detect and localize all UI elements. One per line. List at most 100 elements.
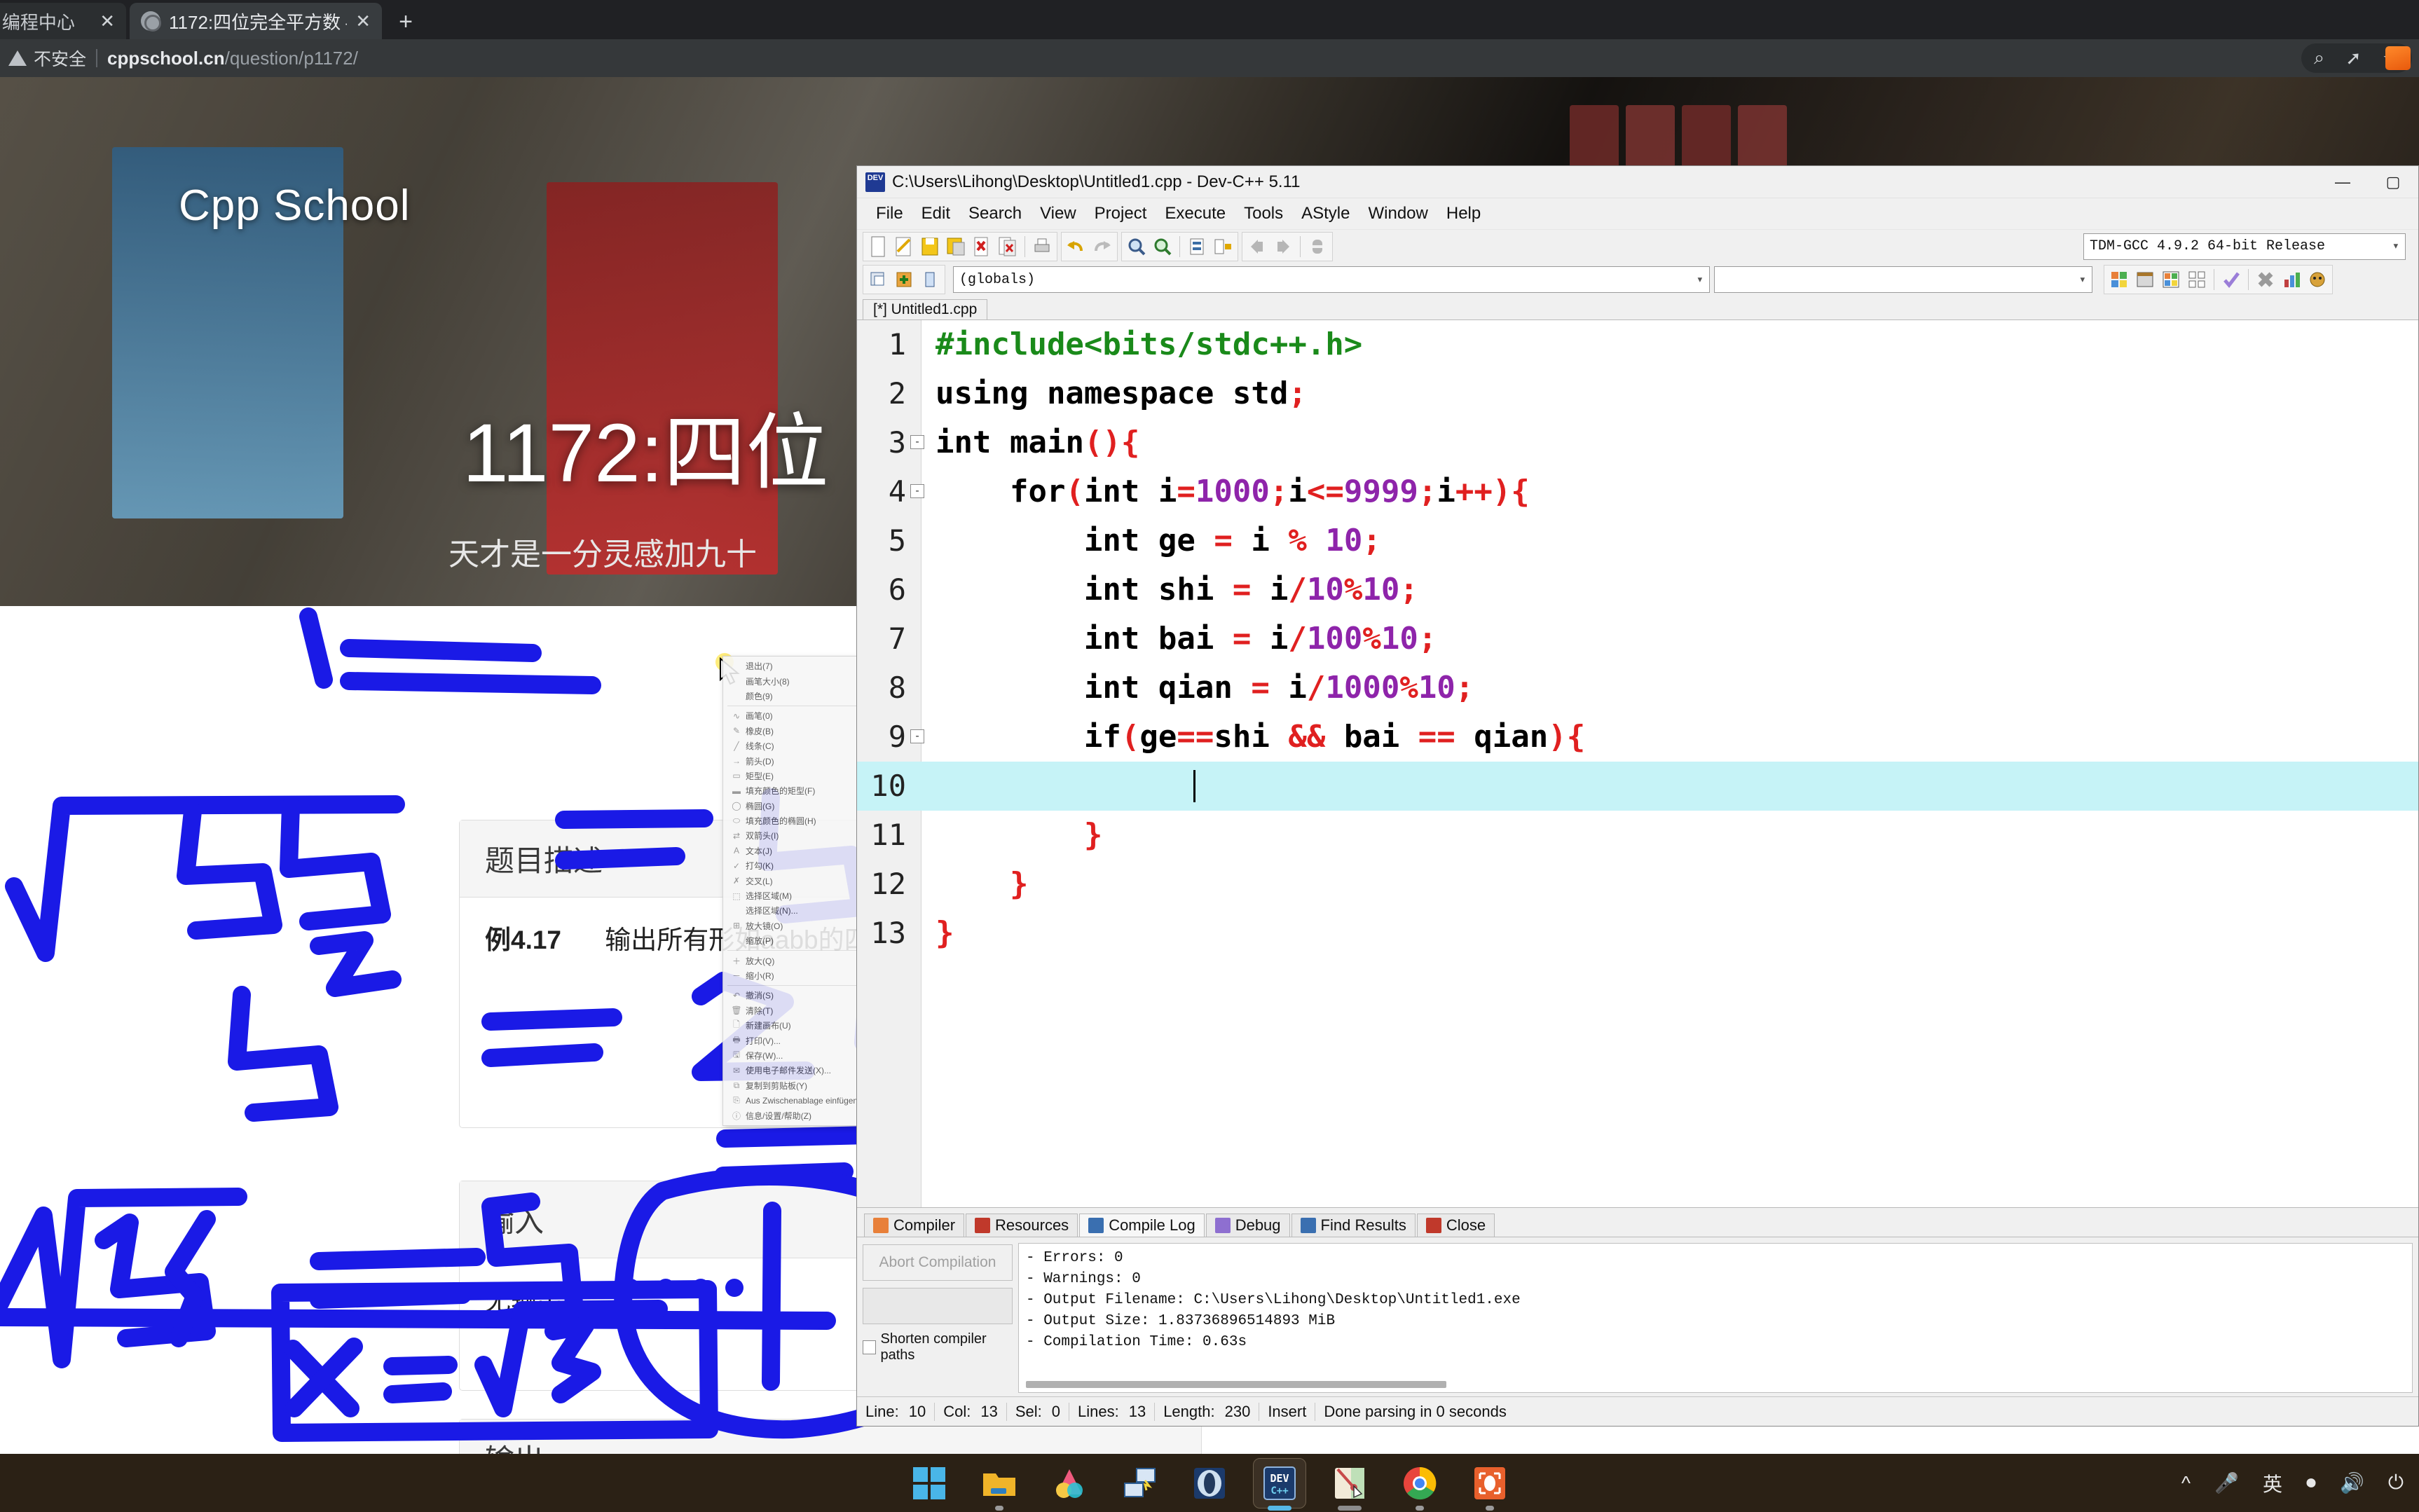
menu-astyle[interactable]: AStyle (1292, 201, 1359, 226)
profile-icon[interactable] (2280, 268, 2303, 291)
compile-icon[interactable] (2107, 268, 2131, 291)
annotation-tool-icon[interactable] (1331, 1465, 1368, 1501)
browser-omnibox[interactable]: 不安全 cppschool.cn /question/p1172/ ⌕ ➚ ☆ (0, 39, 2419, 77)
code-line[interactable]: 11 } (857, 811, 2418, 860)
volume-icon[interactable]: 🔊 (2340, 1471, 2364, 1494)
new-project-icon[interactable] (866, 268, 890, 291)
goto-line-icon[interactable] (1185, 235, 1209, 259)
code-line[interactable]: 6 int shi = i/10%10; (857, 565, 2418, 614)
wifi-icon[interactable]: ⏺ (2306, 1471, 2316, 1494)
file-tab-untitled1[interactable]: [*] Untitled1.cpp (863, 299, 988, 319)
code-editor[interactable]: 1 #include<bits/stdc++.h> 2 using namespace… (857, 320, 2418, 1231)
remote-desktop-icon[interactable] (1121, 1465, 1158, 1501)
chevron-up-icon[interactable]: ^ (2181, 1472, 2191, 1494)
bottom-tab-compiler[interactable]: Compiler (864, 1214, 965, 1237)
menu-help[interactable]: Help (1437, 201, 1490, 226)
menu-file[interactable]: File (867, 201, 912, 226)
debug-profile-icon[interactable] (2305, 268, 2329, 291)
menu-tools[interactable]: Tools (1235, 201, 1292, 226)
bottom-tab-close[interactable]: Close (1416, 1214, 1495, 1237)
battery-icon[interactable]: ⏻ (2388, 1471, 2404, 1494)
back-icon[interactable] (1245, 235, 1269, 259)
bottom-tab-find-results[interactable]: Find Results (1291, 1214, 1416, 1237)
code-line[interactable]: 13} (857, 909, 2418, 958)
close-all-icon[interactable] (996, 235, 1020, 259)
replace-icon[interactable] (1151, 235, 1174, 259)
code-line[interactable]: 8 int qian = i/1000%10; (857, 664, 2418, 713)
compiler-set-combo[interactable]: TDM-GCC 4.9.2 64-bit Release ▾ (2083, 233, 2406, 260)
file-explorer-icon[interactable] (981, 1465, 1017, 1501)
menu-project[interactable]: Project (1085, 201, 1156, 226)
devcpp-icon[interactable]: DEV C++ (1261, 1465, 1298, 1501)
code-line[interactable]: 7 int bai = i/100%10; (857, 614, 2418, 664)
undo-icon[interactable] (1064, 235, 1088, 259)
find-icon[interactable] (1125, 235, 1149, 259)
save-all-icon[interactable] (944, 235, 968, 259)
redo-icon[interactable] (1090, 235, 1114, 259)
ime-english-icon[interactable]: 英 (2263, 1469, 2282, 1497)
taskbar-item-annotation-tool[interactable] (1331, 1465, 1368, 1511)
menu-execute[interactable]: Execute (1156, 201, 1235, 226)
taskbar-item-remote-desktop[interactable] (1121, 1465, 1158, 1501)
code-line[interactable]: 9- if(ge==shi && bai == qian){ (857, 713, 2418, 762)
code-line[interactable]: 1 #include<bits/stdc++.h> (857, 320, 2418, 369)
new-tab-button[interactable]: + (392, 10, 419, 36)
media-player-icon[interactable] (1191, 1465, 1228, 1501)
extension-fox-icon[interactable] (2385, 46, 2411, 70)
menu-edit[interactable]: Edit (912, 201, 959, 226)
code-line[interactable]: 3- int main(){ (857, 418, 2418, 467)
start-windows-icon[interactable] (911, 1465, 947, 1501)
site-logo[interactable]: Cpp School (179, 181, 411, 231)
save-icon[interactable] (918, 235, 942, 259)
code-fold-toggle-icon[interactable]: - (910, 729, 924, 743)
taskbar-item-file-explorer[interactable] (981, 1465, 1017, 1511)
code-fold-toggle-icon[interactable]: - (910, 435, 924, 449)
menu-window[interactable]: Window (1359, 201, 1437, 226)
code-line[interactable]: 4- for(int i=1000;i<=9999;i++){ (857, 467, 2418, 516)
taskbar-item-screen-capture[interactable] (1472, 1465, 1508, 1511)
menu-view[interactable]: View (1031, 201, 1085, 226)
abort-compilation-button[interactable]: Abort Compilation (863, 1244, 1013, 1281)
code-line[interactable]: 12 } (857, 860, 2418, 909)
screen-capture-icon[interactable] (1472, 1465, 1508, 1501)
code-fold-toggle-icon[interactable]: - (910, 484, 924, 498)
taskbar-item-start[interactable] (911, 1465, 947, 1501)
tab-close-icon[interactable]: ✕ (355, 11, 371, 32)
bottom-tab-compile-log[interactable]: Compile Log (1079, 1214, 1205, 1237)
devcpp-titlebar[interactable]: DEV C:\Users\Lihong\Desktop\Untitled1.cp… (857, 166, 2418, 198)
chrome-icon[interactable] (1402, 1465, 1438, 1501)
print-icon[interactable] (1030, 235, 1054, 259)
log-horizontal-scrollbar[interactable] (1026, 1381, 1446, 1388)
bookmark-toggle-icon[interactable] (1306, 235, 1329, 259)
taskbar-item-paint3d[interactable] (1051, 1465, 1088, 1501)
code-line[interactable]: 2 using namespace std; (857, 369, 2418, 418)
tab-close-icon[interactable]: ✕ (100, 11, 115, 32)
scope-combo[interactable]: (globals) ▾ (953, 266, 1710, 293)
close-file-icon[interactable] (970, 235, 994, 259)
menu-search[interactable]: Search (959, 201, 1031, 226)
bottom-tab-resources[interactable]: Resources (966, 1214, 1078, 1237)
taskbar-item-devcpp[interactable]: DEV C++ (1253, 1457, 1306, 1511)
microphone-icon[interactable]: 🎤 (2214, 1471, 2239, 1494)
paint-3d-icon[interactable] (1051, 1465, 1088, 1501)
share-icon[interactable]: ➚ (2345, 48, 2362, 69)
code-line[interactable]: 10 (857, 762, 2418, 811)
new-file-icon[interactable] (866, 235, 890, 259)
indent-icon[interactable] (1211, 235, 1235, 259)
taskbar-item-media-player[interactable] (1191, 1465, 1228, 1501)
syntax-check-icon[interactable] (2219, 268, 2243, 291)
run-icon[interactable] (2133, 268, 2157, 291)
zoom-icon[interactable]: ⌕ (2314, 47, 2324, 69)
forward-icon[interactable] (1271, 235, 1295, 259)
taskbar-item-chrome[interactable] (1402, 1465, 1438, 1511)
open-file-icon[interactable] (892, 235, 916, 259)
minimize-button[interactable]: — (2317, 167, 2368, 198)
shorten-paths-checkbox[interactable] (863, 1340, 876, 1354)
member-combo[interactable]: ▾ (1714, 266, 2092, 293)
maximize-button[interactable]: ▢ (2368, 167, 2418, 198)
remove-from-project-icon[interactable] (918, 268, 942, 291)
browser-tab-inactive[interactable]: 构应用 – 编程中心 ✕ (0, 3, 126, 39)
compile-and-run-icon[interactable] (2159, 268, 2183, 291)
add-to-project-icon[interactable] (892, 268, 916, 291)
code-line[interactable]: 5 int ge = i % 10; (857, 516, 2418, 565)
